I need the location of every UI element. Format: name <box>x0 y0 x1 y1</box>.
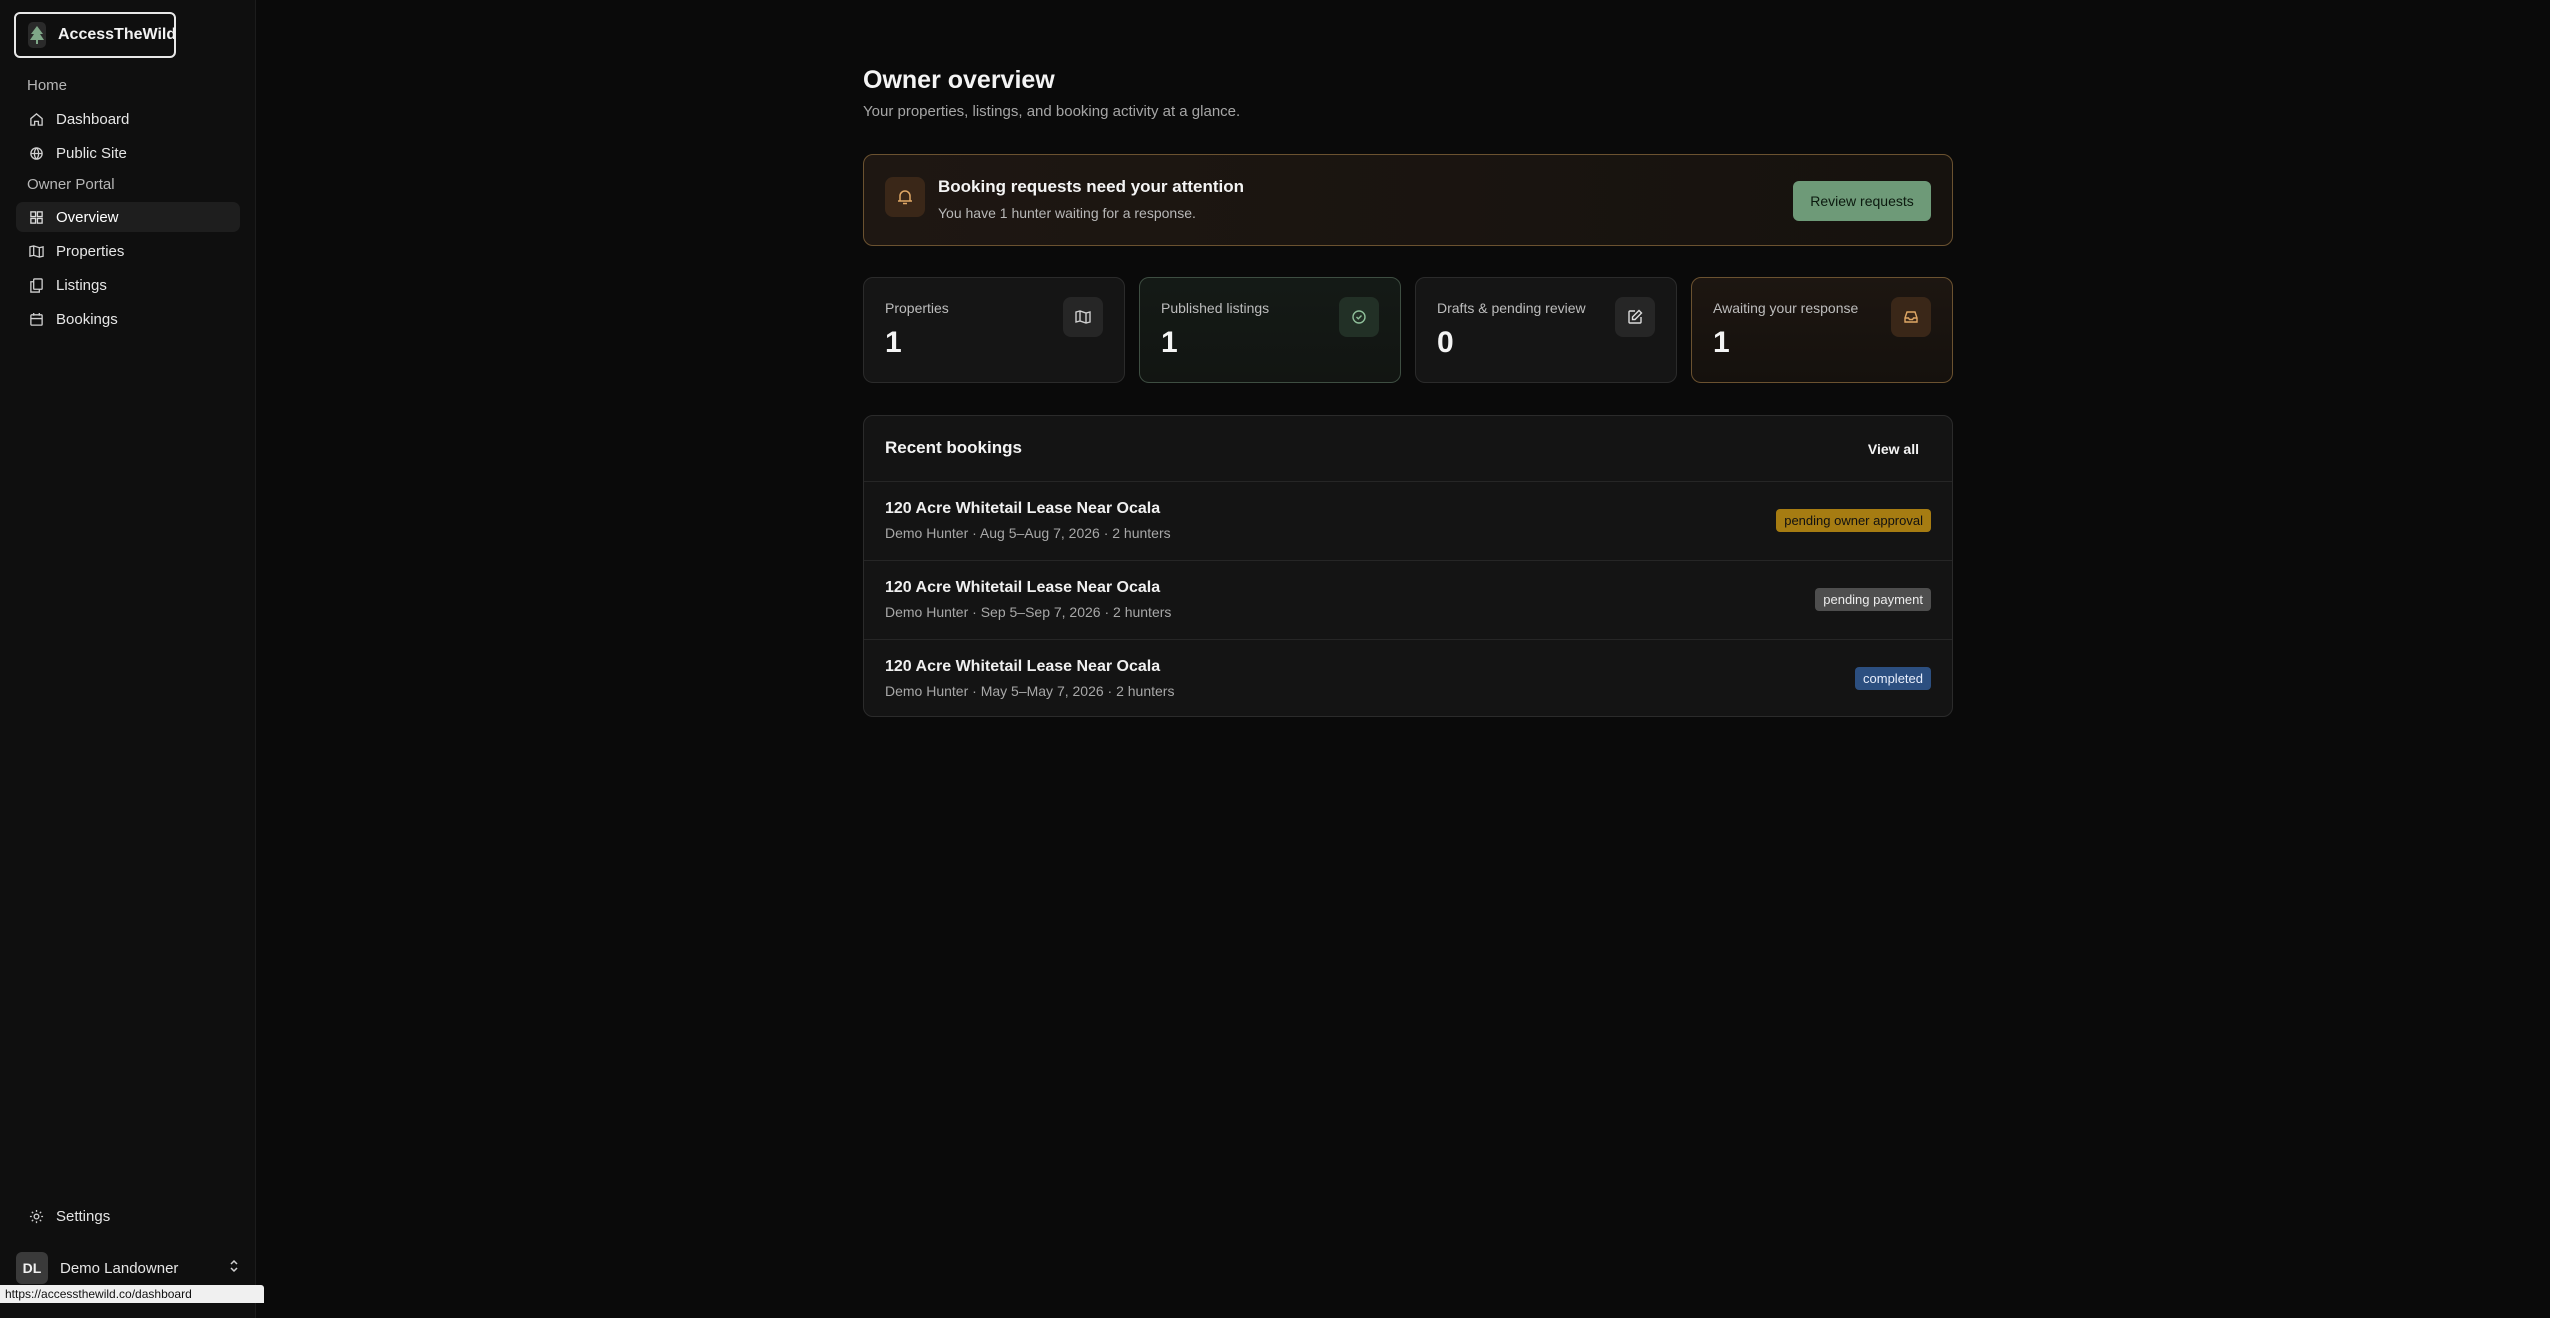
booking-meta: Demo Hunter · Aug 5–Aug 7, 2026 · 2 hunt… <box>885 525 1171 541</box>
sidebar-item-label: Properties <box>56 242 125 260</box>
table-row[interactable]: 120 Acre Whitetail Lease Near Ocala Demo… <box>864 482 1952 561</box>
brand-name: AccessTheWild <box>58 26 177 43</box>
stat-label: Awaiting your response <box>1713 300 1859 316</box>
status-url: https://accessthewild.co/dashboard <box>0 1285 264 1303</box>
sidebar-item-label: Listings <box>56 276 107 294</box>
stat-value: 1 <box>1713 326 1730 359</box>
globe-icon <box>28 145 44 161</box>
calendar-icon <box>28 311 44 327</box>
status-badge: pending payment <box>1815 588 1931 611</box>
copy-icon <box>28 277 44 293</box>
booking-requests-alert: Booking requests need your attention You… <box>863 154 1953 246</box>
sidebar-item-label: Settings <box>56 1207 111 1225</box>
grid-icon <box>28 209 44 225</box>
inbox-icon <box>1891 297 1931 337</box>
status-badge: pending owner approval <box>1776 509 1931 532</box>
view-all-button[interactable]: View all <box>1856 432 1931 466</box>
stat-value: 1 <box>885 326 902 359</box>
booking-name: 120 Acre Whitetail Lease Near Ocala <box>885 500 1161 517</box>
table-row[interactable]: 120 Acre Whitetail Lease Near Ocala Demo… <box>864 561 1952 640</box>
alert-title: Booking requests need your attention <box>938 177 1245 196</box>
sidebar-item-properties[interactable]: Properties <box>16 236 240 266</box>
stat-label: Drafts & pending review <box>1437 300 1586 316</box>
stat-drafts-pending[interactable]: Drafts & pending review 0 <box>1415 277 1677 383</box>
stat-label: Published listings <box>1161 300 1270 316</box>
booking-name: 120 Acre Whitetail Lease Near Ocala <box>885 579 1161 596</box>
stat-awaiting-response[interactable]: Awaiting your response 1 <box>1691 277 1953 383</box>
sidebar: AccessTheWild Home Dashboard Public Site… <box>0 0 256 1318</box>
stat-value: 1 <box>1161 326 1178 359</box>
page-title: Owner overview <box>863 66 1055 94</box>
page-subtitle: Your properties, listings, and booking a… <box>863 103 1241 120</box>
sidebar-item-label: Bookings <box>56 310 118 328</box>
avatar: DL <box>16 1252 48 1284</box>
home-icon <box>28 111 44 127</box>
sidebar-item-dashboard[interactable]: Dashboard <box>16 104 240 134</box>
chevron-up-down-icon <box>228 1258 240 1279</box>
nav-group-home: Home <box>27 77 68 94</box>
sidebar-item-bookings[interactable]: Bookings <box>16 304 240 334</box>
brand-logo-button[interactable]: AccessTheWild <box>14 12 176 58</box>
edit-icon <box>1615 297 1655 337</box>
stat-value: 0 <box>1437 326 1454 359</box>
table-row[interactable]: 120 Acre Whitetail Lease Near Ocala Demo… <box>864 640 1952 716</box>
stat-label: Properties <box>885 300 949 316</box>
nav-group-owner-portal: Owner Portal <box>27 176 115 193</box>
booking-meta: Demo Hunter · May 5–May 7, 2026 · 2 hunt… <box>885 683 1175 699</box>
sidebar-item-label: Dashboard <box>56 110 130 128</box>
review-requests-button[interactable]: Review requests <box>1793 181 1931 221</box>
gear-icon <box>28 1208 44 1224</box>
bell-icon <box>885 177 925 217</box>
recent-bookings-panel: Recent bookings View all 120 Acre Whitet… <box>863 415 1953 717</box>
alert-text: You have 1 hunter waiting for a response… <box>938 205 1196 221</box>
tree-logo-icon <box>28 22 46 48</box>
sidebar-item-label: Public Site <box>56 144 127 162</box>
map-icon <box>1063 297 1103 337</box>
check-circle-icon <box>1339 297 1379 337</box>
booking-name: 120 Acre Whitetail Lease Near Ocala <box>885 658 1161 675</box>
status-badge: completed <box>1855 667 1931 690</box>
stat-properties[interactable]: Properties 1 <box>863 277 1125 383</box>
sidebar-item-overview[interactable]: Overview <box>16 202 240 232</box>
user-menu[interactable]: DL Demo Landowner <box>16 1252 240 1284</box>
recent-bookings-title: Recent bookings <box>885 438 1022 457</box>
user-name: Demo Landowner <box>60 1259 179 1277</box>
booking-meta: Demo Hunter · Sep 5–Sep 7, 2026 · 2 hunt… <box>885 604 1172 620</box>
recent-bookings-header: Recent bookings View all <box>864 416 1952 482</box>
sidebar-item-settings[interactable]: Settings <box>16 1201 240 1231</box>
sidebar-item-listings[interactable]: Listings <box>16 270 240 300</box>
map-icon <box>28 243 44 259</box>
sidebar-item-public-site[interactable]: Public Site <box>16 138 240 168</box>
sidebar-item-label: Overview <box>56 208 119 226</box>
stat-published-listings[interactable]: Published listings 1 <box>1139 277 1401 383</box>
